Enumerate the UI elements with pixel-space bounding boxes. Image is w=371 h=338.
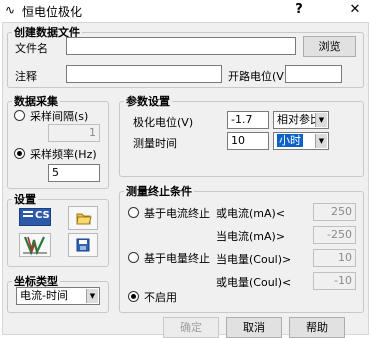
save-icon[interactable] (68, 233, 98, 257)
term-none-label: 不启用 (144, 291, 177, 304)
term-current-label: 基于电流终止 (144, 207, 210, 220)
term-none-radio[interactable] (128, 291, 139, 302)
cs-icon[interactable]: CS (19, 208, 51, 226)
time-unit-value: 小时 (277, 134, 303, 147)
ocp-input[interactable] (285, 65, 342, 83)
freq-radio[interactable] (14, 148, 25, 159)
potential-input[interactable]: -1.7 (227, 111, 269, 129)
open-folder-icon[interactable] (68, 206, 98, 230)
interval-radio[interactable] (14, 110, 25, 121)
time-label: 测量时间 (133, 137, 177, 150)
title-bar: ∿ 恒电位极化 ? ✕ (0, 0, 371, 22)
term-current-radio[interactable] (128, 207, 139, 218)
i-or-input[interactable]: 250 (313, 203, 356, 221)
ocp-label: 开路电位(V) (228, 70, 289, 83)
q-when-input[interactable]: 10 (313, 249, 356, 267)
window-title: 恒电位极化 (22, 5, 83, 19)
cs-text: CS (35, 210, 50, 221)
interval-label: 采样间隔(s) (30, 110, 89, 123)
q-when-label: 当电量(Coul)> (216, 253, 292, 266)
termination-legend: 测量终止条件 (126, 185, 192, 198)
browse-button[interactable]: 浏览 (303, 36, 356, 57)
dropdown-arrow-icon: ▼ (315, 113, 327, 127)
freq-label: 采样频率(Hz) (30, 148, 97, 161)
i-when-label: 当电流(mA)> (216, 230, 286, 243)
time-unit-select[interactable]: 小时 ▼ (273, 132, 329, 150)
filename-label: 文件名 (15, 42, 48, 55)
settings-legend: 设置 (14, 193, 36, 206)
close-icon[interactable]: ✕ (346, 2, 364, 18)
coord-select[interactable]: 电流-时间 ▼ (16, 287, 100, 305)
coord-value: 电流-时间 (20, 289, 68, 302)
app-icon: ∿ (5, 3, 16, 17)
i-when-input[interactable]: -250 (313, 226, 356, 244)
note-input[interactable] (66, 65, 222, 83)
term-charge-label: 基于电量终止 (144, 252, 210, 265)
freq-input[interactable]: 5 (48, 164, 100, 182)
time-input[interactable]: 10 (227, 132, 269, 150)
q-or-input[interactable]: -10 (313, 272, 356, 290)
potential-label: 极化电位(V) (133, 116, 194, 129)
help-button[interactable]: 帮助 (289, 317, 345, 338)
note-label: 注释 (15, 70, 37, 83)
dropdown-arrow-icon: ▼ (315, 134, 327, 148)
ok-button[interactable]: 确定 (163, 317, 219, 338)
interval-input[interactable]: 1 (48, 124, 100, 142)
q-or-label: 或电量(Coul)< (216, 276, 292, 289)
help-icon[interactable]: ? (290, 2, 308, 18)
potential-ref-select[interactable]: 相对参比 ▼ (273, 111, 329, 129)
chart-icon[interactable] (19, 233, 51, 257)
cancel-button[interactable]: 取消 (226, 317, 282, 338)
data-acq-legend: 数据采集 (14, 95, 58, 108)
filename-input[interactable] (66, 37, 296, 55)
dropdown-arrow-icon: ▼ (86, 289, 98, 303)
i-or-label: 或电流(mA)< (216, 207, 286, 220)
dialog-body: 创建数据文件 文件名 浏览 注释 开路电位(V) 数据采集 采样间隔(s) 1 … (2, 22, 369, 338)
term-charge-radio[interactable] (128, 252, 139, 263)
params-legend: 参数设置 (126, 95, 170, 108)
